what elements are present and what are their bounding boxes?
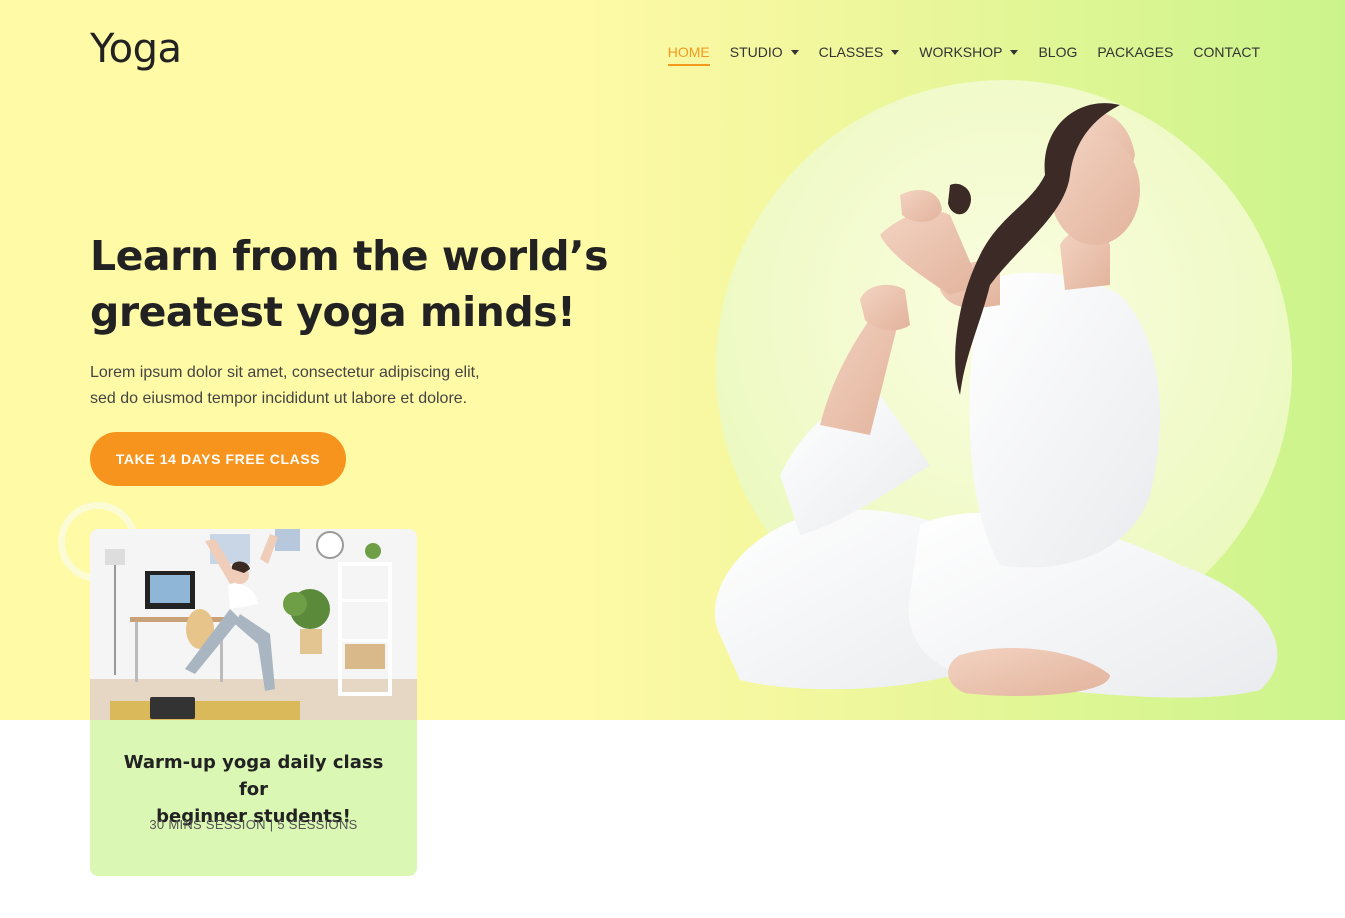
hero-title-line-2: greatest yoga minds! xyxy=(90,288,576,336)
hero-description-line-2: sed do eiusmod tempor incididunt ut labo… xyxy=(90,390,468,407)
page: Yoga HOME STUDIO CLASSES WORKSHOP BLOG P… xyxy=(0,0,1345,918)
nav-studio[interactable]: STUDIO xyxy=(730,40,799,64)
caret-down-icon xyxy=(891,49,900,55)
class-card-title-line-1: Warm-up yoga daily class for xyxy=(123,752,384,800)
free-class-button[interactable]: TAKE 14 DAYS FREE CLASS xyxy=(90,432,346,486)
nav-blog-label: BLOG xyxy=(1038,44,1078,60)
hero-title-line-1: Learn from the world’s xyxy=(90,232,609,280)
hero-description: Lorem ipsum dolor sit amet, consectetur … xyxy=(90,360,530,412)
nav-packages-label: PACKAGES xyxy=(1097,44,1174,60)
nav-classes-label: CLASSES xyxy=(818,44,884,60)
nav-home[interactable]: HOME xyxy=(667,40,710,66)
nav-home-label: HOME xyxy=(667,44,710,60)
hero-title: Learn from the world’s greatest yoga min… xyxy=(90,228,610,340)
caret-down-icon xyxy=(1010,49,1019,55)
nav-blog[interactable]: BLOG xyxy=(1038,40,1077,64)
nav-workshop[interactable]: WORKSHOP xyxy=(919,40,1019,64)
nav-contact-label: CONTACT xyxy=(1193,44,1260,60)
nav-packages[interactable]: PACKAGES xyxy=(1097,40,1173,64)
class-card[interactable]: Warm-up yoga daily class for beginner st… xyxy=(90,529,417,876)
nav-classes[interactable]: CLASSES xyxy=(819,40,900,64)
caret-down-icon xyxy=(790,49,799,55)
nav-studio-label: STUDIO xyxy=(729,44,783,60)
yoga-woman-image xyxy=(714,103,1278,698)
home-yoga-photo xyxy=(90,529,417,720)
nav-contact[interactable]: CONTACT xyxy=(1193,40,1260,64)
class-card-meta: 30 MINS SESSION | 5 SESSIONS xyxy=(149,817,358,832)
hero-description-line-1: Lorem ipsum dolor sit amet, consectetur … xyxy=(90,364,480,381)
main-nav: HOME STUDIO CLASSES WORKSHOP BLOG PACKAG… xyxy=(667,40,1260,66)
nav-workshop-label: WORKSHOP xyxy=(919,44,1003,60)
site-logo[interactable]: Yoga xyxy=(90,26,182,72)
